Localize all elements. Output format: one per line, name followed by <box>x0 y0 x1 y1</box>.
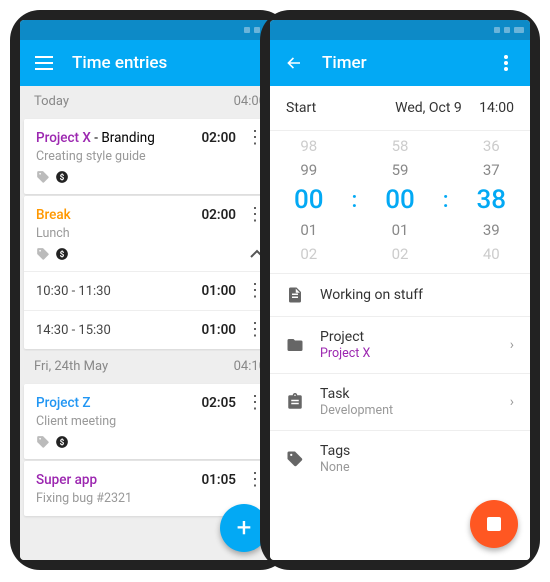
start-label: Start <box>286 100 316 116</box>
billable-icon: $ <box>55 435 69 449</box>
entry-duration: 02:05 <box>201 395 236 411</box>
menu-icon[interactable] <box>34 53 54 73</box>
start-row[interactable]: Start Wed, Oct 9 14:00 <box>270 86 530 131</box>
phone-left: Time entries Today 04:00 Project X - Bra… <box>10 10 290 570</box>
entry-description: Client meeting <box>36 414 264 429</box>
svg-text:$: $ <box>60 172 65 182</box>
minutes-col[interactable]: 58 59 00 01 02 <box>385 137 415 263</box>
hours-col[interactable]: 98 99 00 01 02 <box>294 137 324 263</box>
chevron-right-icon: › <box>510 394 514 410</box>
entry-description: Fixing bug #2321 <box>36 491 264 506</box>
tag-icon <box>36 247 50 261</box>
app-bar: Timer <box>270 40 530 86</box>
page-title: Timer <box>322 53 496 73</box>
start-value: Wed, Oct 9 14:00 <box>395 100 514 116</box>
description-value: Working on stuff <box>320 287 514 303</box>
project-field[interactable]: Project Project X › <box>270 316 530 373</box>
note-icon <box>286 286 304 304</box>
entry-title: Project Z <box>36 395 201 411</box>
section-label: Fri, 24th May <box>34 359 108 374</box>
seconds-col[interactable]: 36 37 38 39 40 <box>476 137 506 263</box>
entry-card[interactable]: Break 02:00 ⋮ Lunch $ 10:3 <box>24 196 276 349</box>
entry-description: Lunch <box>36 226 264 241</box>
time-picker[interactable]: 98 99 00 01 02 : 58 59 00 01 02 : 36 3 <box>270 131 530 273</box>
status-bar <box>270 20 530 40</box>
entry-description: Creating style guide <box>36 149 264 164</box>
stop-fab[interactable] <box>470 500 518 548</box>
tag-icon <box>286 450 304 468</box>
app-bar: Time entries <box>20 40 280 86</box>
description-field[interactable]: Working on stuff <box>270 273 530 316</box>
tag-icon <box>36 435 50 449</box>
billable-icon: $ <box>55 170 69 184</box>
task-field[interactable]: Task Development › <box>270 373 530 430</box>
timer-content: Start Wed, Oct 9 14:00 98 99 00 01 02 : … <box>270 86 530 560</box>
sub-entry[interactable]: 10:30 - 11:30 01:00 ⋮ <box>24 271 276 310</box>
more-icon[interactable] <box>496 53 516 73</box>
stop-icon <box>487 517 501 531</box>
picker-sep: : <box>351 188 357 213</box>
folder-icon <box>286 336 304 354</box>
section-today: Today 04:00 <box>20 86 280 117</box>
project-label: Project <box>320 329 494 345</box>
task-value: Development <box>320 403 494 418</box>
section-fri: Fri, 24th May 04:10 <box>20 351 280 382</box>
tags-field[interactable]: Tags None <box>270 430 530 487</box>
tags-value: None <box>320 460 514 475</box>
back-icon[interactable] <box>284 53 304 73</box>
entry-card[interactable]: Project Z 02:05 ⋮ Client meeting $ <box>24 384 276 459</box>
sub-duration: 01:00 <box>201 283 236 299</box>
entry-duration: 02:00 <box>201 207 236 223</box>
sub-duration: 01:00 <box>201 322 236 338</box>
entry-title: Break <box>36 207 201 223</box>
phone-right: Timer Start Wed, Oct 9 14:00 98 99 00 01… <box>260 10 540 570</box>
section-label: Today <box>34 94 69 109</box>
status-bar <box>20 20 280 40</box>
tags-label: Tags <box>320 443 514 459</box>
tag-icon <box>36 170 50 184</box>
sub-time: 14:30 - 15:30 <box>36 323 201 338</box>
screen-left: Time entries Today 04:00 Project X - Bra… <box>20 20 280 560</box>
picker-sep: : <box>443 188 449 213</box>
task-label: Task <box>320 386 494 402</box>
entries-content: Today 04:00 Project X - Branding 02:00 ⋮… <box>20 86 280 560</box>
svg-text:$: $ <box>60 249 65 259</box>
project-value: Project X <box>320 346 494 361</box>
sub-entry[interactable]: 14:30 - 15:30 01:00 ⋮ <box>24 310 276 349</box>
entry-title: Super app <box>36 472 201 488</box>
entry-duration: 01:05 <box>201 472 236 488</box>
entry-duration: 02:00 <box>201 130 236 146</box>
screen-right: Timer Start Wed, Oct 9 14:00 98 99 00 01… <box>270 20 530 560</box>
entry-card[interactable]: Project X - Branding 02:00 ⋮ Creating st… <box>24 119 276 194</box>
entry-title: Project X - Branding <box>36 130 201 146</box>
clipboard-icon <box>286 393 304 411</box>
svg-text:$: $ <box>60 437 65 447</box>
page-title: Time entries <box>72 53 266 73</box>
billable-icon: $ <box>55 247 69 261</box>
chevron-right-icon: › <box>510 337 514 353</box>
sub-time: 10:30 - 11:30 <box>36 284 201 299</box>
